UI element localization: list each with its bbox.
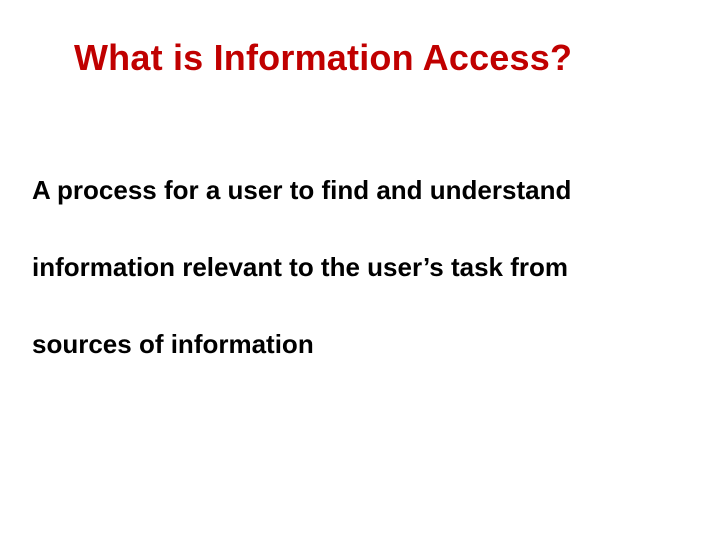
- body-line-3: sources of information: [32, 329, 688, 360]
- slide-title: What is Information Access?: [74, 36, 572, 79]
- slide: What is Information Access? A process fo…: [0, 0, 720, 540]
- body-line-1: A process for a user to find and underst…: [32, 175, 688, 206]
- slide-body: A process for a user to find and underst…: [32, 175, 688, 406]
- body-line-2: information relevant to the user’s task …: [32, 252, 688, 283]
